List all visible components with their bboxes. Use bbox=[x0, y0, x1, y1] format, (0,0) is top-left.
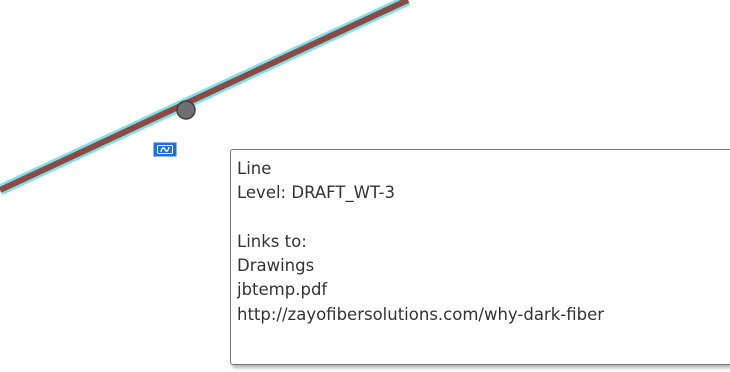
vertex-handle[interactable] bbox=[176, 100, 196, 120]
drawing-canvas[interactable]: Line Level: DRAFT_WT-3 Links to: Drawing… bbox=[0, 0, 730, 372]
link-icon[interactable] bbox=[153, 142, 177, 157]
tooltip-link-drawings[interactable]: Drawings bbox=[237, 254, 730, 278]
tooltip-link-pdf[interactable]: jbtemp.pdf bbox=[237, 278, 730, 302]
tooltip-spacer bbox=[237, 206, 730, 230]
tooltip-level: Level: DRAFT_WT-3 bbox=[237, 183, 396, 203]
link-glyph-icon bbox=[157, 145, 173, 154]
tooltip-link-url[interactable]: http://zayofibersolutions.com/why-dark-f… bbox=[237, 303, 730, 327]
tooltip-element-type: Line bbox=[237, 159, 272, 178]
tooltip-links-heading: Links to: bbox=[237, 231, 307, 251]
element-info-tooltip: Line Level: DRAFT_WT-3 Links to: Drawing… bbox=[230, 149, 730, 365]
